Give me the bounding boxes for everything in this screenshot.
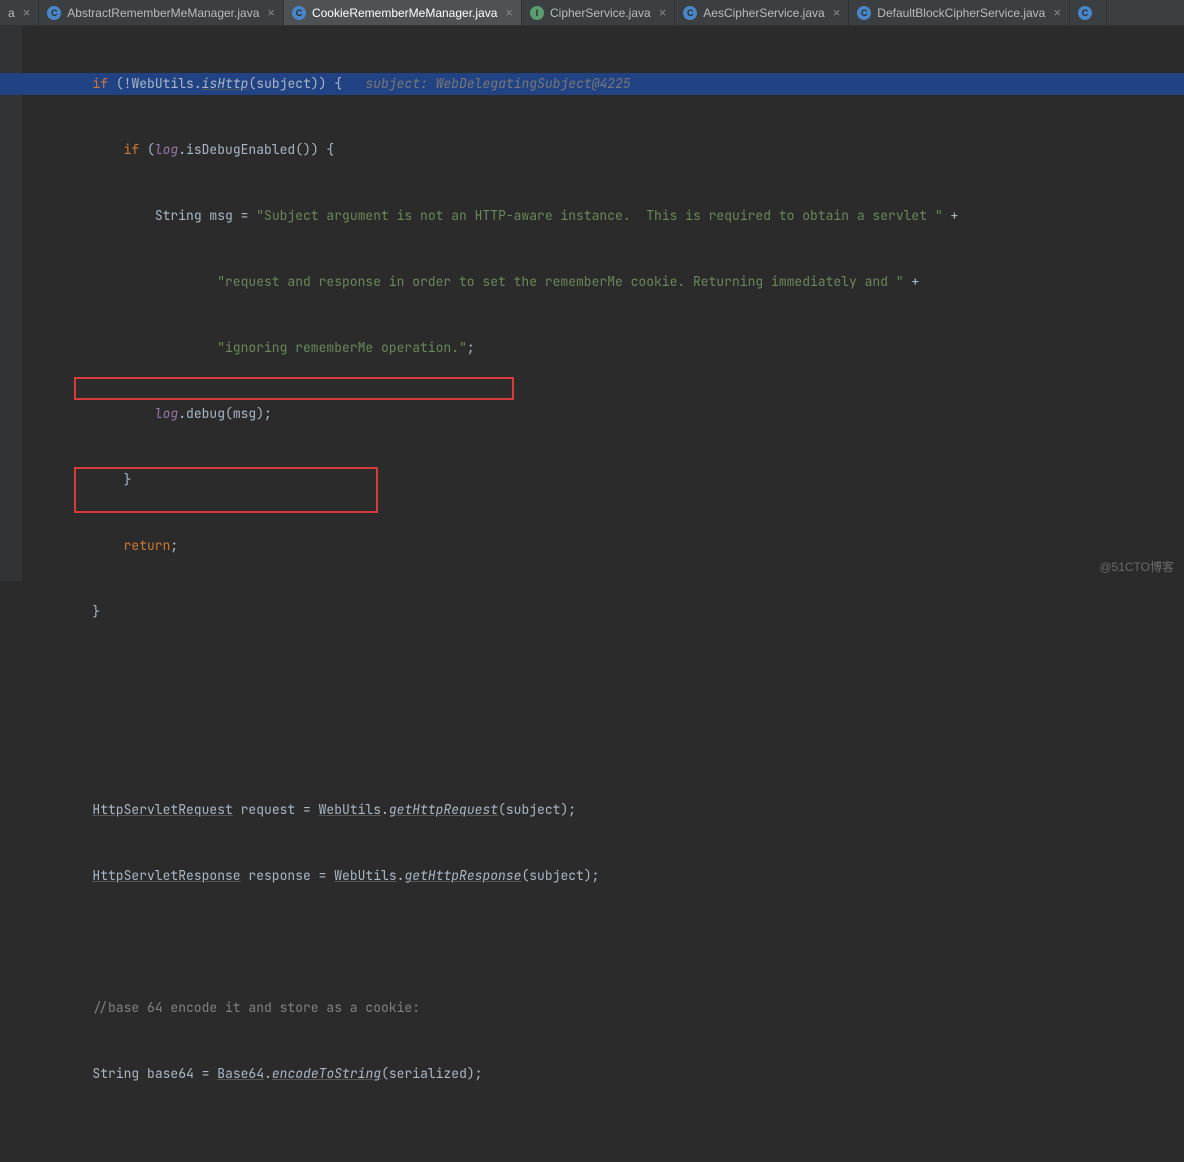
code-line[interactable]: log.debug(msg); <box>30 403 1184 425</box>
class-icon: C <box>683 6 697 20</box>
tab-partial-a[interactable]: a × <box>0 0 39 25</box>
class-icon: C <box>1078 6 1092 20</box>
code-line[interactable] <box>30 733 1184 755</box>
code-line[interactable]: String msg = "Subject argument is not an… <box>30 205 1184 227</box>
interface-icon: I <box>530 6 544 20</box>
close-icon[interactable]: × <box>833 5 841 20</box>
class-icon: C <box>292 6 306 20</box>
code-line[interactable]: } <box>30 601 1184 623</box>
code-line[interactable]: } <box>30 469 1184 491</box>
close-icon[interactable]: × <box>23 5 31 20</box>
close-icon[interactable]: × <box>1053 5 1061 20</box>
tab-label: DefaultBlockCipherService.java <box>877 6 1045 20</box>
tab-label: a <box>8 6 15 20</box>
tab-default-block[interactable]: C DefaultBlockCipherService.java × <box>849 0 1070 25</box>
tab-abstract-remember[interactable]: C AbstractRememberMeManager.java × <box>39 0 284 25</box>
editor-tab-bar: a × C AbstractRememberMeManager.java × C… <box>0 0 1184 26</box>
tab-cipher-service[interactable]: I CipherService.java × <box>522 0 675 25</box>
code-editor[interactable]: if (!WebUtils.isHttp(subject)) { subject… <box>0 26 1184 1162</box>
watermark-text: @51CTO博客 <box>1099 558 1174 575</box>
code-line[interactable]: if (!WebUtils.isHttp(subject)) { subject… <box>0 73 1184 95</box>
class-icon: C <box>47 6 61 20</box>
code-line[interactable]: String base64 = Base64.encodeToString(se… <box>30 1063 1184 1085</box>
close-icon[interactable]: × <box>659 5 667 20</box>
tab-label: CookieRememberMeManager.java <box>312 6 497 20</box>
code-line[interactable]: if (log.isDebugEnabled()) { <box>30 139 1184 161</box>
close-icon[interactable]: × <box>267 5 275 20</box>
code-line[interactable]: return; <box>30 535 1184 557</box>
class-icon: C <box>857 6 871 20</box>
tab-label: AesCipherService.java <box>703 6 824 20</box>
close-icon[interactable]: × <box>505 5 513 20</box>
code-line[interactable]: HttpServletResponse response = WebUtils.… <box>30 865 1184 887</box>
code-line[interactable] <box>30 667 1184 689</box>
code-line[interactable] <box>30 931 1184 953</box>
tab-cookie-remember[interactable]: C CookieRememberMeManager.java × <box>284 0 522 25</box>
code-line[interactable]: "request and response in order to set th… <box>30 271 1184 293</box>
tab-label: CipherService.java <box>550 6 651 20</box>
tab-aes-cipher[interactable]: C AesCipherService.java × <box>675 0 849 25</box>
code-line[interactable]: //base 64 encode it and store as a cooki… <box>30 997 1184 1019</box>
code-line[interactable]: "ignoring rememberMe operation."; <box>30 337 1184 359</box>
code-line[interactable] <box>30 1129 1184 1151</box>
tab-trailing[interactable]: C <box>1070 0 1107 25</box>
tab-label: AbstractRememberMeManager.java <box>67 6 259 20</box>
code-line[interactable]: HttpServletRequest request = WebUtils.ge… <box>30 799 1184 821</box>
